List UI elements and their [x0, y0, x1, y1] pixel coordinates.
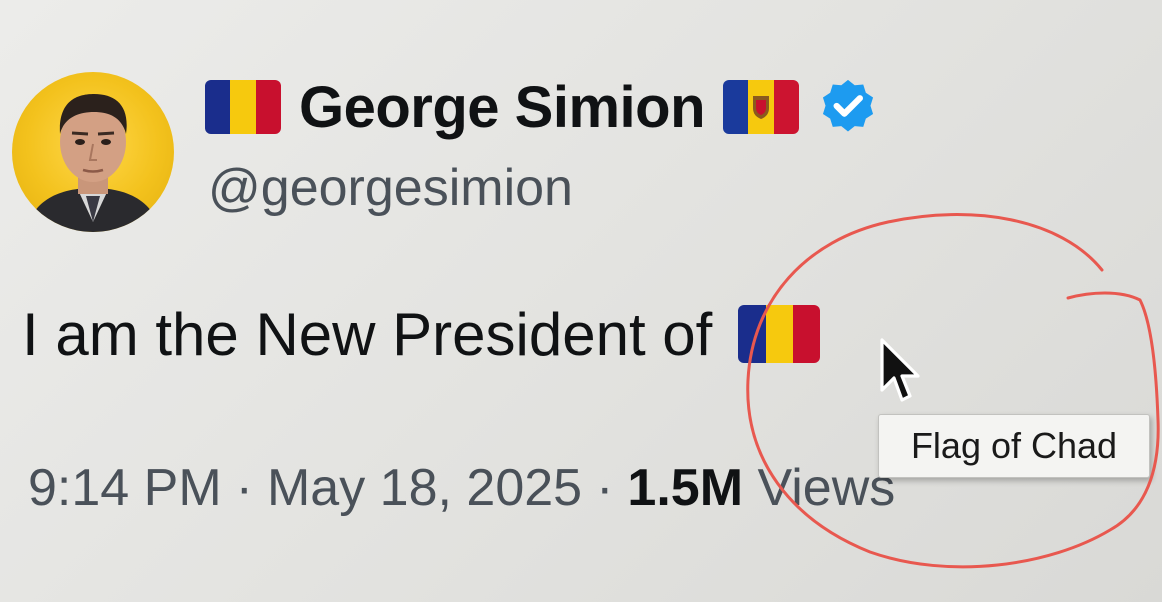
- user-handle[interactable]: @georgesimion: [208, 158, 573, 218]
- tweet-time[interactable]: 9:14 PM: [28, 458, 222, 518]
- tweet-meta: 9:14 PM · May 18, 2025 · 1.5M Views: [28, 456, 895, 520]
- flag-tooltip: Flag of Chad: [878, 414, 1150, 478]
- mouse-cursor-icon: [880, 338, 920, 402]
- meta-separator: ·: [596, 459, 614, 517]
- tweet-date[interactable]: May 18, 2025: [267, 458, 582, 518]
- chad-flag-icon[interactable]: [738, 305, 821, 363]
- profile-photo-icon: [26, 94, 160, 232]
- display-name[interactable]: George Simion: [299, 74, 706, 141]
- meta-separator: ·: [235, 459, 253, 517]
- tweet-body: I am the New President of: [22, 300, 713, 368]
- tweet-text: I am the New President of: [22, 298, 821, 370]
- views-count[interactable]: 1.5M: [627, 459, 743, 517]
- moldova-flag-icon: [723, 80, 799, 134]
- tooltip-text: Flag of Chad: [910, 425, 1118, 466]
- avatar[interactable]: [12, 72, 174, 232]
- tweet-screen: George Simion @georgesimion I am the New…: [0, 0, 1162, 602]
- name-row: George Simion: [205, 72, 879, 142]
- verified-badge-icon: [822, 79, 874, 132]
- romania-flag-icon: [205, 80, 281, 134]
- views-label[interactable]: Views: [757, 459, 895, 517]
